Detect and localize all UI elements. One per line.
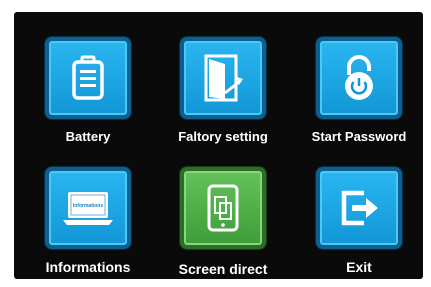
screen-direct-label: Screen direct bbox=[178, 261, 268, 277]
door-exit-icon bbox=[204, 54, 243, 102]
start-password-label: Start Password bbox=[311, 129, 407, 144]
padlock-power-icon bbox=[345, 55, 373, 100]
battery-tile[interactable] bbox=[45, 37, 131, 119]
start-password-tile[interactable] bbox=[316, 37, 402, 119]
informations-tile[interactable]: Informations bbox=[45, 167, 131, 249]
factory-setting-tile[interactable] bbox=[180, 37, 266, 119]
laptop-info-icon: Informations bbox=[63, 192, 113, 225]
menu-screen: Battery Faltory setting Start Password I… bbox=[14, 12, 423, 279]
exit-tile[interactable] bbox=[316, 167, 402, 249]
laptop-screen-text: Informations bbox=[73, 203, 103, 209]
battery-label: Battery bbox=[65, 129, 111, 144]
battery-icon bbox=[72, 55, 104, 100]
screen-rotate-icon bbox=[207, 184, 239, 232]
screen-direct-tile[interactable] bbox=[180, 167, 266, 249]
factory-setting-label: Faltory setting bbox=[178, 129, 268, 144]
exit-arrow-icon bbox=[341, 190, 378, 226]
exit-label: Exit bbox=[346, 259, 372, 275]
informations-label: Informations bbox=[45, 259, 131, 275]
